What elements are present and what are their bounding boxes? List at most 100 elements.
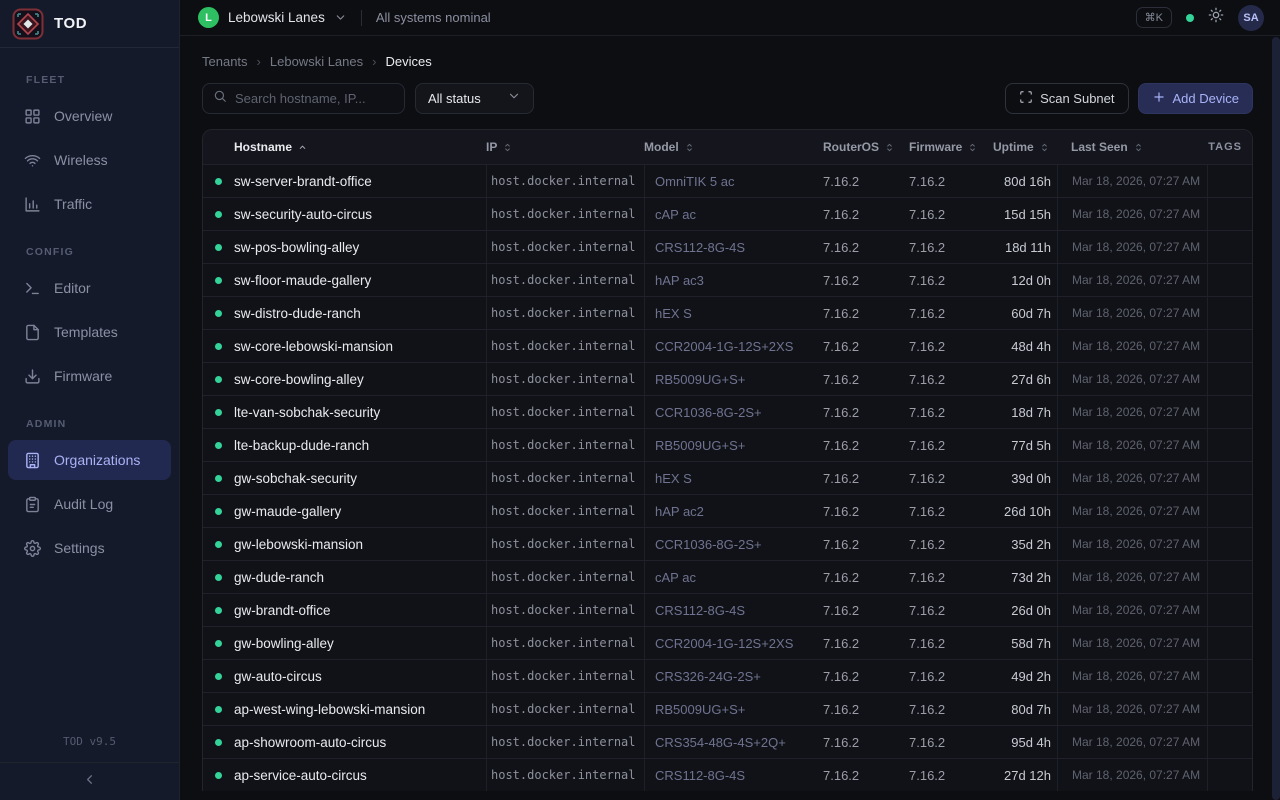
status-online-dot: [215, 739, 222, 746]
search-input[interactable]: [235, 91, 394, 106]
table-row[interactable]: ap-service-auto-circus host.docker.inter…: [203, 758, 1252, 791]
device-model: cAP ac: [644, 561, 823, 593]
sidebar-item-label: Organizations: [54, 452, 140, 468]
device-ip: host.docker.internal: [486, 363, 644, 395]
table-row[interactable]: sw-core-lebowski-mansion host.docker.int…: [203, 329, 1252, 362]
device-status-cell: [203, 660, 234, 692]
chevron-down-icon: [507, 89, 521, 108]
plus-icon: [1152, 90, 1166, 107]
device-firmware: 7.16.2: [909, 264, 993, 296]
tenant-switcher[interactable]: L Lebowski Lanes: [198, 7, 347, 28]
device-model: RB5009UG+S+: [644, 429, 823, 461]
device-hostname: gw-maude-gallery: [234, 495, 486, 527]
sidebar-collapse-button[interactable]: [0, 762, 179, 800]
table-row[interactable]: gw-maude-gallery host.docker.internal hA…: [203, 494, 1252, 527]
table-row[interactable]: lte-van-sobchak-security host.docker.int…: [203, 395, 1252, 428]
device-status-cell: [203, 297, 234, 329]
column-header-hostname[interactable]: Hostname: [234, 140, 486, 154]
table-row[interactable]: sw-core-bowling-alley host.docker.intern…: [203, 362, 1252, 395]
status-online-dot: [215, 772, 222, 779]
device-model: RB5009UG+S+: [644, 693, 823, 725]
sidebar-item-firmware[interactable]: Firmware: [8, 356, 171, 396]
column-header-uptime[interactable]: Uptime: [993, 140, 1057, 154]
table-row[interactable]: sw-security-auto-circus host.docker.inte…: [203, 197, 1252, 230]
gear-icon: [24, 540, 41, 557]
column-header-routeros[interactable]: RouterOS: [823, 140, 909, 154]
device-tags: [1207, 198, 1252, 230]
device-uptime: 48d 4h: [993, 330, 1057, 362]
sort-both-icon: [684, 142, 695, 153]
main-area: L Lebowski Lanes All systems nominal ⌘K …: [180, 0, 1280, 800]
device-hostname: sw-core-lebowski-mansion: [234, 330, 486, 362]
status-online-dot: [215, 574, 222, 581]
table-row[interactable]: sw-floor-maude-gallery host.docker.inter…: [203, 263, 1252, 296]
breadcrumb-tenant-name[interactable]: Lebowski Lanes: [270, 54, 363, 69]
device-hostname: gw-bowling-alley: [234, 627, 486, 659]
topbar-divider: [361, 10, 362, 26]
table-row[interactable]: gw-brandt-office host.docker.internal CR…: [203, 593, 1252, 626]
device-tags: [1207, 231, 1252, 263]
table-row[interactable]: gw-sobchak-security host.docker.internal…: [203, 461, 1252, 494]
device-routeros: 7.16.2: [823, 330, 909, 362]
device-model: RB5009UG+S+: [644, 363, 823, 395]
device-ip: host.docker.internal: [486, 594, 644, 626]
table-row[interactable]: gw-dude-ranch host.docker.internal cAP a…: [203, 560, 1252, 593]
device-uptime: 18d 7h: [993, 396, 1057, 428]
sidebar-item-label: Audit Log: [54, 496, 113, 512]
status-online-dot: [215, 541, 222, 548]
device-firmware: 7.16.2: [909, 693, 993, 725]
column-header-last-seen[interactable]: Last Seen: [1057, 140, 1207, 154]
sidebar-item-templates[interactable]: Templates: [8, 312, 171, 352]
device-firmware: 7.16.2: [909, 396, 993, 428]
device-firmware: 7.16.2: [909, 462, 993, 494]
status-online-dot: [215, 310, 222, 317]
scan-subnet-button[interactable]: Scan Subnet: [1005, 83, 1128, 114]
breadcrumb-tenants[interactable]: Tenants: [202, 54, 248, 69]
device-hostname: ap-west-wing-lebowski-mansion: [234, 693, 486, 725]
column-header-model[interactable]: Model: [644, 140, 823, 154]
device-uptime: 73d 2h: [993, 561, 1057, 593]
device-status-cell: [203, 759, 234, 791]
table-row[interactable]: ap-west-wing-lebowski-mansion host.docke…: [203, 692, 1252, 725]
user-avatar[interactable]: SA: [1238, 5, 1264, 31]
device-routeros: 7.16.2: [823, 264, 909, 296]
table-row[interactable]: gw-auto-circus host.docker.internal CRS3…: [203, 659, 1252, 692]
wifi-icon: [24, 152, 41, 169]
sidebar-item-traffic[interactable]: Traffic: [8, 184, 171, 224]
table-row[interactable]: ap-showroom-auto-circus host.docker.inte…: [203, 725, 1252, 758]
sidebar-item-audit-log[interactable]: Audit Log: [8, 484, 171, 524]
column-header-firmware[interactable]: Firmware: [909, 140, 993, 154]
theme-toggle-button[interactable]: [1208, 7, 1224, 28]
device-routeros: 7.16.2: [823, 561, 909, 593]
device-ip: host.docker.internal: [486, 495, 644, 527]
table-row[interactable]: sw-server-brandt-office host.docker.inte…: [203, 164, 1252, 197]
table-row[interactable]: gw-bowling-alley host.docker.internal CC…: [203, 626, 1252, 659]
table-row[interactable]: gw-lebowski-mansion host.docker.internal…: [203, 527, 1252, 560]
device-model: CCR1036-8G-2S+: [644, 528, 823, 560]
device-ip: host.docker.internal: [486, 561, 644, 593]
sidebar-item-wireless[interactable]: Wireless: [8, 140, 171, 180]
sidebar-item-settings[interactable]: Settings: [8, 528, 171, 568]
table-body: sw-server-brandt-office host.docker.inte…: [203, 164, 1252, 791]
column-header-ip[interactable]: IP: [486, 140, 644, 154]
device-status-cell: [203, 363, 234, 395]
table-row[interactable]: lte-backup-dude-ranch host.docker.intern…: [203, 428, 1252, 461]
device-tags: [1207, 660, 1252, 692]
device-routeros: 7.16.2: [823, 660, 909, 692]
chevron-down-icon: [334, 11, 347, 24]
tenant-name: Lebowski Lanes: [228, 10, 325, 25]
table-row[interactable]: sw-distro-dude-ranch host.docker.interna…: [203, 296, 1252, 329]
status-online-dot: [215, 211, 222, 218]
sort-asc-icon: [297, 142, 308, 153]
sidebar-item-organizations[interactable]: Organizations: [8, 440, 171, 480]
add-device-button[interactable]: Add Device: [1138, 83, 1253, 114]
toolbar: All status Scan Subnet Add Device: [202, 83, 1253, 114]
table-row[interactable]: sw-pos-bowling-alley host.docker.interna…: [203, 230, 1252, 263]
sidebar-item-overview[interactable]: Overview: [8, 96, 171, 136]
vertical-scrollbar[interactable]: [1272, 37, 1280, 800]
device-tags: [1207, 726, 1252, 758]
command-palette-shortcut[interactable]: ⌘K: [1136, 7, 1172, 28]
status-filter-select[interactable]: All status: [415, 83, 534, 114]
sidebar-item-editor[interactable]: Editor: [8, 268, 171, 308]
device-uptime: 60d 7h: [993, 297, 1057, 329]
